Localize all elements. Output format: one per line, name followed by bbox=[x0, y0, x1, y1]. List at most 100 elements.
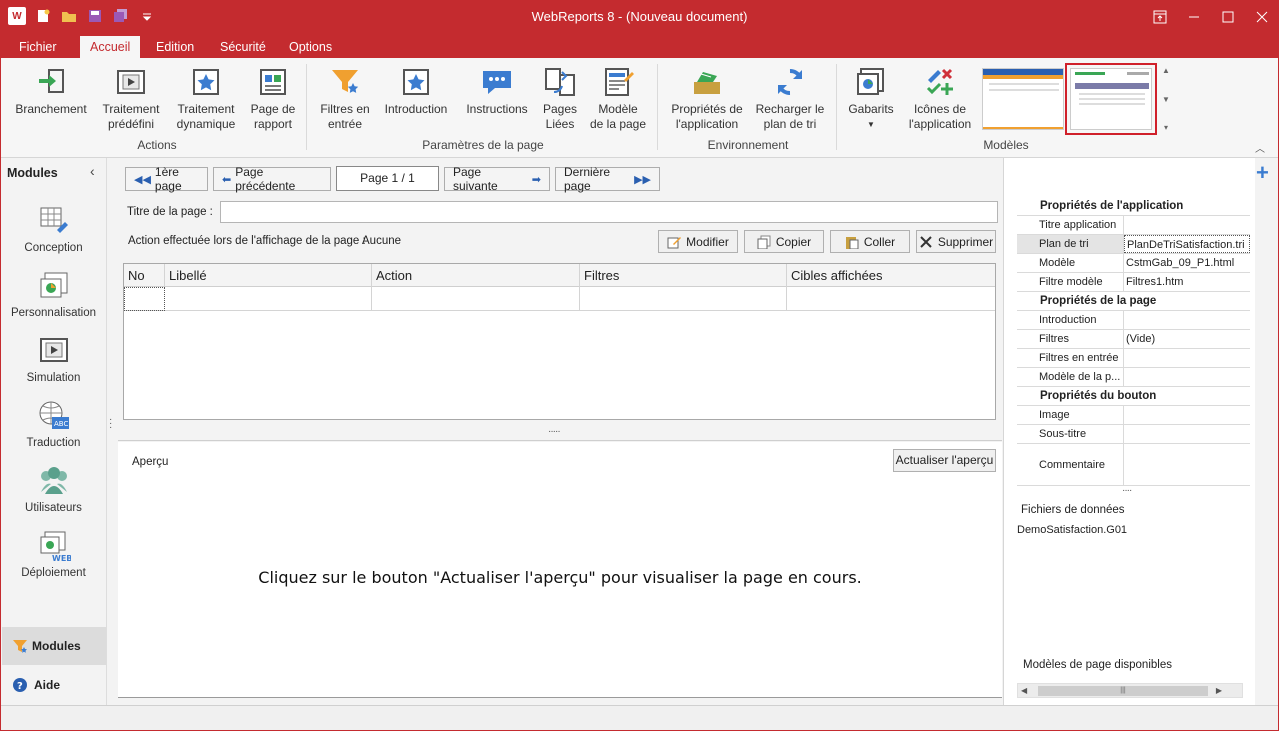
property-row[interactable]: Commentaire bbox=[1017, 444, 1250, 486]
grid-cell[interactable] bbox=[580, 287, 787, 311]
page-title-input[interactable] bbox=[220, 201, 998, 223]
tab-options[interactable]: Options bbox=[279, 36, 342, 58]
property-row[interactable]: Image bbox=[1017, 406, 1250, 425]
tab-securite[interactable]: Sécurité bbox=[210, 36, 276, 58]
module-deploiement[interactable]: WEB Déploiement bbox=[0, 529, 107, 579]
copy-icon bbox=[757, 235, 771, 249]
next-page-button[interactable]: Page suivante ➡ bbox=[444, 165, 550, 193]
grid-column-cibles[interactable]: Cibles affichées bbox=[787, 264, 995, 287]
scrollbar-thumb[interactable]: ||| bbox=[1038, 686, 1208, 696]
templates-gallery[interactable] bbox=[980, 63, 1174, 136]
data-file-item[interactable]: DemoSatisfaction.G01 bbox=[1017, 524, 1127, 536]
property-grid[interactable]: Propriétés de l'application Titre applic… bbox=[1017, 197, 1250, 486]
simulation-icon bbox=[39, 338, 68, 362]
instructions-button[interactable]: Instructions bbox=[462, 66, 532, 117]
restore-ribbon-icon[interactable] bbox=[1143, 0, 1177, 34]
property-row[interactable]: Filtre modèle Filtres1.htm bbox=[1017, 273, 1250, 292]
module-simulation[interactable]: Simulation bbox=[0, 334, 107, 384]
tab-accueil[interactable]: Accueil bbox=[80, 36, 141, 58]
vertical-splitter[interactable]: ··· bbox=[109, 415, 113, 433]
property-row[interactable]: Modèle de la p... bbox=[1017, 368, 1250, 387]
grid-column-no[interactable]: No bbox=[124, 264, 165, 287]
modele-de-la-page-button[interactable]: Modèle de la page bbox=[588, 66, 648, 132]
tab-fichier[interactable]: Fichier bbox=[9, 36, 67, 58]
property-row[interactable]: Filtres en entrée bbox=[1017, 349, 1250, 368]
table-row[interactable] bbox=[124, 287, 995, 311]
tab-edition[interactable]: Edition bbox=[146, 36, 204, 58]
status-bar bbox=[0, 705, 1279, 731]
recharger-plan-de-tri-button[interactable]: Recharger le plan de tri bbox=[754, 66, 826, 132]
traitement-dynamique-button[interactable]: Traitement dynamique bbox=[174, 66, 238, 132]
scroll-left-icon[interactable]: ◀ bbox=[1021, 686, 1027, 695]
modules-nav-button[interactable]: Modules bbox=[2, 627, 106, 665]
report-page-icon bbox=[260, 69, 286, 95]
grid-cell[interactable] bbox=[372, 287, 580, 311]
grid-cell[interactable] bbox=[124, 287, 165, 311]
pages-liees-button[interactable]: Pages Liées bbox=[539, 66, 581, 132]
title-bar: W WebReports 8 - (Nouveau document) bbox=[0, 0, 1279, 34]
page-de-rapport-button[interactable]: Page de rapport bbox=[246, 66, 300, 132]
templates-icon bbox=[857, 68, 884, 95]
property-row[interactable]: Introduction bbox=[1017, 311, 1250, 330]
traitement-predefini-button[interactable]: Traitement prédéfini bbox=[99, 66, 163, 132]
scroll-up-icon[interactable]: ▲ bbox=[1162, 66, 1170, 75]
collapse-panel-icon[interactable]: ‹ bbox=[90, 163, 95, 179]
horizontal-splitter[interactable]: ····· bbox=[548, 426, 561, 437]
buttons-grid[interactable]: No Libellé Action Filtres Cibles affiché… bbox=[123, 263, 996, 420]
previous-page-button[interactable]: ⬅ Page précédente bbox=[213, 165, 331, 193]
first-page-button[interactable]: ◀◀ 1ère page bbox=[125, 165, 208, 193]
branchement-button[interactable]: Branchement bbox=[14, 66, 88, 117]
models-scrollbar[interactable]: ◀ ||| ▶ bbox=[1017, 683, 1243, 698]
ribbon-separator bbox=[836, 64, 837, 150]
template-thumbnail[interactable] bbox=[982, 68, 1064, 130]
maximize-icon[interactable] bbox=[1211, 0, 1245, 34]
modifier-button[interactable]: Modifier bbox=[658, 230, 738, 253]
window-title: WebReports 8 - (Nouveau document) bbox=[531, 9, 748, 24]
grid-column-libelle[interactable]: Libellé bbox=[165, 264, 372, 287]
close-icon[interactable] bbox=[1245, 0, 1279, 34]
grid-column-action[interactable]: Action bbox=[372, 264, 580, 287]
section-app-properties: Propriétés de l'application bbox=[1017, 197, 1250, 216]
grid-cell[interactable] bbox=[165, 287, 372, 311]
module-utilisateurs[interactable]: Utilisateurs bbox=[0, 464, 107, 514]
minimize-icon[interactable] bbox=[1177, 0, 1211, 34]
module-traduction[interactable]: ABC Traduction bbox=[0, 399, 107, 449]
arrow-left-icon: ⬅ bbox=[222, 173, 232, 186]
property-row[interactable]: Sous-titre bbox=[1017, 425, 1250, 444]
scroll-down-icon[interactable]: ▼ bbox=[1162, 95, 1170, 104]
coller-button[interactable]: Coller bbox=[830, 230, 910, 253]
preview-message: Cliquez sur le bouton "Actualiser l'aper… bbox=[258, 568, 862, 587]
introduction-button[interactable]: Introduction bbox=[381, 66, 451, 117]
gallery-expand-icon[interactable]: ▾ bbox=[1164, 123, 1168, 132]
last-page-button[interactable]: Dernière page ▶▶ bbox=[555, 165, 660, 193]
filtres-en-entree-button[interactable]: Filtres en entrée bbox=[318, 66, 372, 132]
gallery-scroll[interactable]: ▲ ▼ ▾ bbox=[1160, 66, 1172, 132]
grid-column-filtres[interactable]: Filtres bbox=[580, 264, 787, 287]
scroll-right-icon[interactable]: ▶ bbox=[1216, 686, 1222, 695]
grid-cell[interactable] bbox=[787, 287, 995, 311]
collapse-ribbon-icon[interactable]: ︿ bbox=[1255, 140, 1265, 155]
refresh-preview-button[interactable]: Actualiser l'aperçu bbox=[893, 449, 996, 472]
aide-nav-button[interactable]: ? Aide bbox=[2, 670, 106, 700]
data-files-label: Fichiers de données bbox=[1021, 504, 1125, 516]
ribbon: Branchement Traitement prédéfini Traitem… bbox=[0, 58, 1279, 158]
module-conception[interactable]: Conception bbox=[0, 204, 107, 254]
copier-button[interactable]: Copier bbox=[744, 230, 824, 253]
svg-text:WEB: WEB bbox=[52, 554, 71, 563]
property-row[interactable]: Modèle CstmGab_09_P1.html bbox=[1017, 254, 1250, 273]
proprietes-application-button[interactable]: Propriétés de l'application bbox=[670, 66, 744, 132]
ribbon-tabs: Fichier Accueil Edition Sécurité Options bbox=[0, 34, 1279, 58]
page-indicator: Page 1 / 1 bbox=[336, 166, 439, 191]
template-thumbnail-selected[interactable] bbox=[1065, 63, 1157, 135]
module-personnalisation[interactable]: Personnalisation bbox=[0, 269, 107, 319]
icones-application-button[interactable]: Icônes de l'application bbox=[906, 66, 974, 132]
property-row[interactable]: Titre application bbox=[1017, 216, 1250, 235]
supprimer-button[interactable]: Supprimer bbox=[916, 230, 996, 253]
gabarits-button[interactable]: Gabarits ▼ bbox=[846, 66, 896, 132]
property-row[interactable]: Filtres (Vide) bbox=[1017, 330, 1250, 349]
property-row[interactable]: Plan de tri PlanDeTriSatisfaction.tri bbox=[1017, 235, 1250, 254]
preview-label: Aperçu bbox=[132, 456, 169, 468]
reload-icon bbox=[778, 69, 802, 95]
horizontal-splitter[interactable]: ···· bbox=[1122, 485, 1132, 496]
add-panel-icon[interactable]: + bbox=[1256, 160, 1269, 186]
